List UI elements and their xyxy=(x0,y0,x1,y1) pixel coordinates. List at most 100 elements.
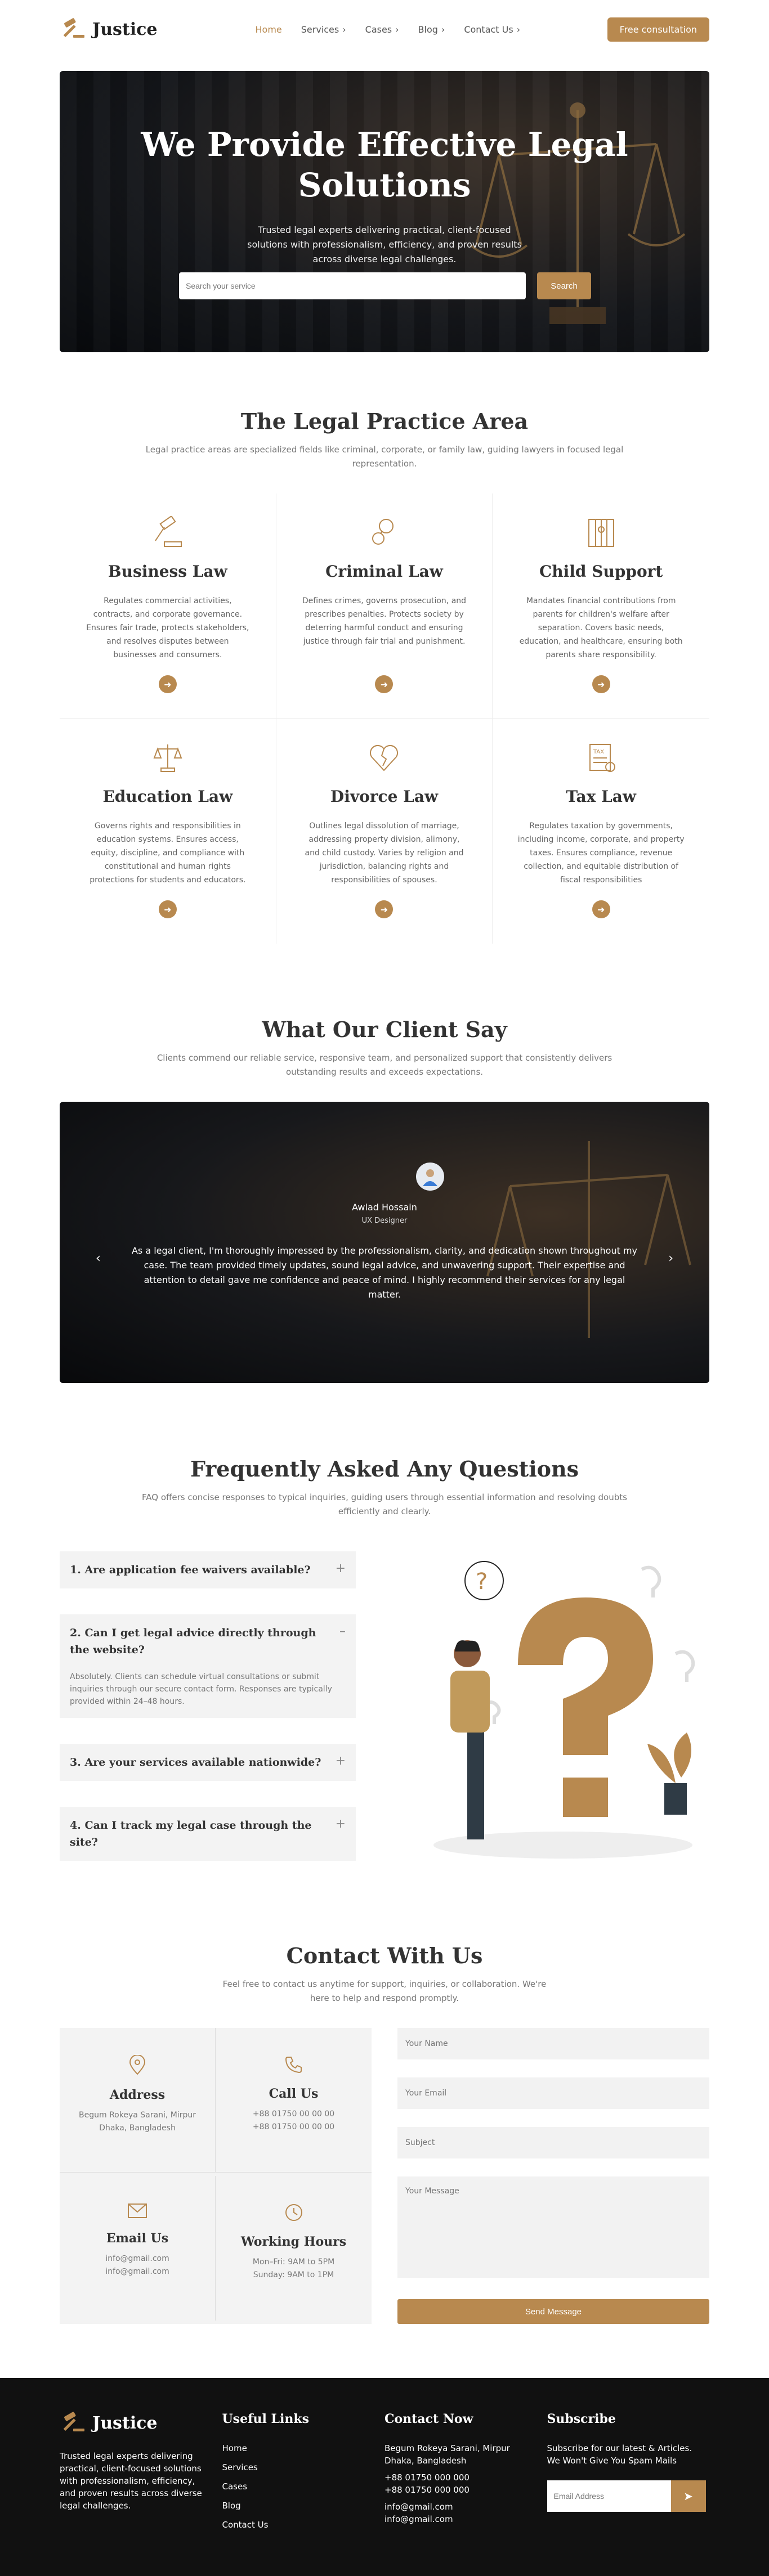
practice-grid: Business Law Regulates commercial activi… xyxy=(60,493,709,944)
footer-about-text: Trusted legal experts delivering practic… xyxy=(60,2451,202,2511)
chevron-right-icon: › xyxy=(342,24,346,35)
message-field[interactable] xyxy=(397,2176,709,2278)
subscribe-form: ➤ xyxy=(547,2480,710,2512)
plus-icon[interactable]: + xyxy=(336,1561,346,1578)
footer-link-home[interactable]: Home xyxy=(222,2442,385,2454)
card-text: Regulates taxation by governments, inclu… xyxy=(517,822,685,885)
faq-item[interactable]: 4. Can I track my legal case through the… xyxy=(60,1807,356,1861)
testimonials-subtitle: Clients commend our reliable service, re… xyxy=(157,1053,612,1077)
contact-form: Send Message xyxy=(397,2028,709,2324)
address-card: Address Begum Rokeya Sarani, Mirpur Dhak… xyxy=(60,2028,216,2173)
info-line: Dhaka, Bangladesh xyxy=(99,2124,176,2133)
arrow-right-icon[interactable]: ➜ xyxy=(375,900,394,918)
hero-subtitle: Trusted legal experts delivering practic… xyxy=(247,225,522,264)
faq-question: 2. Can I get legal advice directly throu… xyxy=(70,1627,316,1656)
gavel-icon xyxy=(154,515,182,547)
handcuffs-icon xyxy=(372,519,394,545)
faq-list: 1. Are application fee waivers available… xyxy=(60,1541,356,1887)
practice-title: The Legal Practice Area xyxy=(240,409,529,434)
footer-link-services[interactable]: Services xyxy=(222,2461,385,2474)
card-text: Regulates commercial activities, contrac… xyxy=(86,596,249,659)
practice-card-child-support[interactable]: Child Support Mandates financial contrib… xyxy=(493,493,709,719)
subscribe-email-input[interactable] xyxy=(547,2480,671,2512)
practice-card-business[interactable]: Business Law Regulates commercial activi… xyxy=(60,493,276,719)
practice-card-criminal[interactable]: Criminal Law Defines crimes, governs pro… xyxy=(276,493,493,719)
practice-card-divorce[interactable]: Divorce Law Outlines legal dissolution o… xyxy=(276,719,493,944)
testimonials-title: What Our Client Say xyxy=(262,1017,507,1042)
practice-card-tax[interactable]: TAX Tax Law Regulates taxation by govern… xyxy=(493,719,709,944)
card-title: Child Support xyxy=(539,562,663,581)
search-input[interactable] xyxy=(179,272,526,299)
chevron-left-icon[interactable]: ‹ xyxy=(96,1251,101,1265)
footer-links: Useful Links Home Services Cases Blog Co… xyxy=(222,2412,385,2576)
faq-item[interactable]: 1. Are application fee waivers available… xyxy=(60,1551,356,1588)
footer-logo[interactable]: Justice xyxy=(60,2412,222,2434)
card-text: Outlines legal dissolution of marriage, … xyxy=(305,822,464,885)
arrow-right-icon[interactable]: ➜ xyxy=(158,675,177,693)
card-text: Defines crimes, governs prosecution, and… xyxy=(302,596,467,646)
free-consultation-button[interactable]: Free consultation xyxy=(607,17,709,42)
info-title: Call Us xyxy=(269,2086,319,2101)
client-avatar xyxy=(416,1163,444,1191)
arrow-right-icon[interactable]: ➜ xyxy=(375,675,394,693)
svg-text:TAX: TAX xyxy=(593,749,604,755)
info-line: +88 01750 00 00 00 xyxy=(252,2122,335,2131)
contact-info-grid: Address Begum Rokeya Sarani, Mirpur Dhak… xyxy=(60,2028,372,2324)
footer-subscribe-title: Subscribe xyxy=(547,2412,616,2426)
faq-body: 1. Are application fee waivers available… xyxy=(60,1541,709,1887)
footer-link-contact[interactable]: Contact Us xyxy=(222,2519,385,2531)
main-menu: Home Services › Cases › Blog › Contact Us › xyxy=(256,24,521,35)
gavel-icon xyxy=(63,2412,84,2431)
brand-logo[interactable]: Justice xyxy=(60,18,158,41)
info-line: info@gmail.com xyxy=(105,2254,169,2263)
footer-link-blog[interactable]: Blog xyxy=(222,2499,385,2512)
info-title: Email Us xyxy=(106,2231,169,2246)
faq-question: 3. Are your services available nationwid… xyxy=(70,1756,321,1769)
arrow-right-icon[interactable]: ➜ xyxy=(592,900,610,918)
info-line: Mon–Fri: 9AM to 5PM xyxy=(252,2258,335,2267)
plus-icon[interactable]: + xyxy=(336,1817,346,1851)
faq-section: Frequently Asked Any Questions FAQ offer… xyxy=(0,1383,769,1887)
send-icon[interactable]: ➤ xyxy=(670,2480,706,2512)
faq-item[interactable]: 3. Are your services available nationwid… xyxy=(60,1744,356,1781)
phone-icon xyxy=(285,2057,302,2074)
info-title: Address xyxy=(109,2088,166,2102)
footer-phone: +88 01750 000 000 xyxy=(384,2485,470,2495)
footer-links-title: Useful Links xyxy=(222,2412,310,2426)
subject-field[interactable] xyxy=(397,2127,709,2158)
search-button[interactable]: Search xyxy=(537,272,591,299)
chevron-right-icon: › xyxy=(441,24,445,35)
nav-services[interactable]: Services › xyxy=(301,24,346,35)
send-message-button[interactable]: Send Message xyxy=(397,2299,709,2324)
contact-title: Contact With Us xyxy=(286,1943,483,1968)
footer-link-cases[interactable]: Cases xyxy=(222,2480,385,2493)
card-title: Education Law xyxy=(102,787,233,806)
testimonial-quote: As a legal client, I'm thoroughly impres… xyxy=(131,1245,638,1300)
nav-cases[interactable]: Cases › xyxy=(365,24,399,35)
family-icon xyxy=(588,519,614,547)
faq-item-expanded[interactable]: 2. Can I get legal advice directly throu… xyxy=(60,1614,356,1718)
minus-icon[interactable]: – xyxy=(339,1624,346,1658)
contact-body: Address Begum Rokeya Sarani, Mirpur Dhak… xyxy=(60,2028,709,2324)
nav-blog[interactable]: Blog › xyxy=(418,24,445,35)
name-field[interactable] xyxy=(397,2028,709,2059)
faq-subtitle: FAQ offers concise responses to typical … xyxy=(142,1492,627,1516)
email-field[interactable] xyxy=(397,2077,709,2109)
nav-home[interactable]: Home xyxy=(256,24,282,35)
footer-contact-title: Contact Now xyxy=(384,2412,473,2426)
nav-contact[interactable]: Contact Us › xyxy=(464,24,520,35)
practice-card-education[interactable]: Education Law Governs rights and respons… xyxy=(60,719,276,944)
card-title: Criminal Law xyxy=(325,562,443,581)
svg-text:?: ? xyxy=(476,1569,488,1595)
footer-brand-name: Justice xyxy=(92,2413,158,2433)
arrow-right-icon[interactable]: ➜ xyxy=(158,900,177,918)
client-role: UX Designer xyxy=(361,1217,408,1225)
arrow-right-icon[interactable]: ➜ xyxy=(592,675,610,693)
plus-icon[interactable]: + xyxy=(336,1754,346,1771)
card-title: Business Law xyxy=(108,562,227,581)
info-line: Sunday: 9AM to 1PM xyxy=(253,2270,334,2279)
footer-email: info@gmail.com xyxy=(384,2502,453,2512)
faq-title: Frequently Asked Any Questions xyxy=(190,1456,579,1482)
user-avatar-icon xyxy=(423,1169,437,1186)
chevron-right-icon[interactable]: › xyxy=(668,1251,673,1265)
